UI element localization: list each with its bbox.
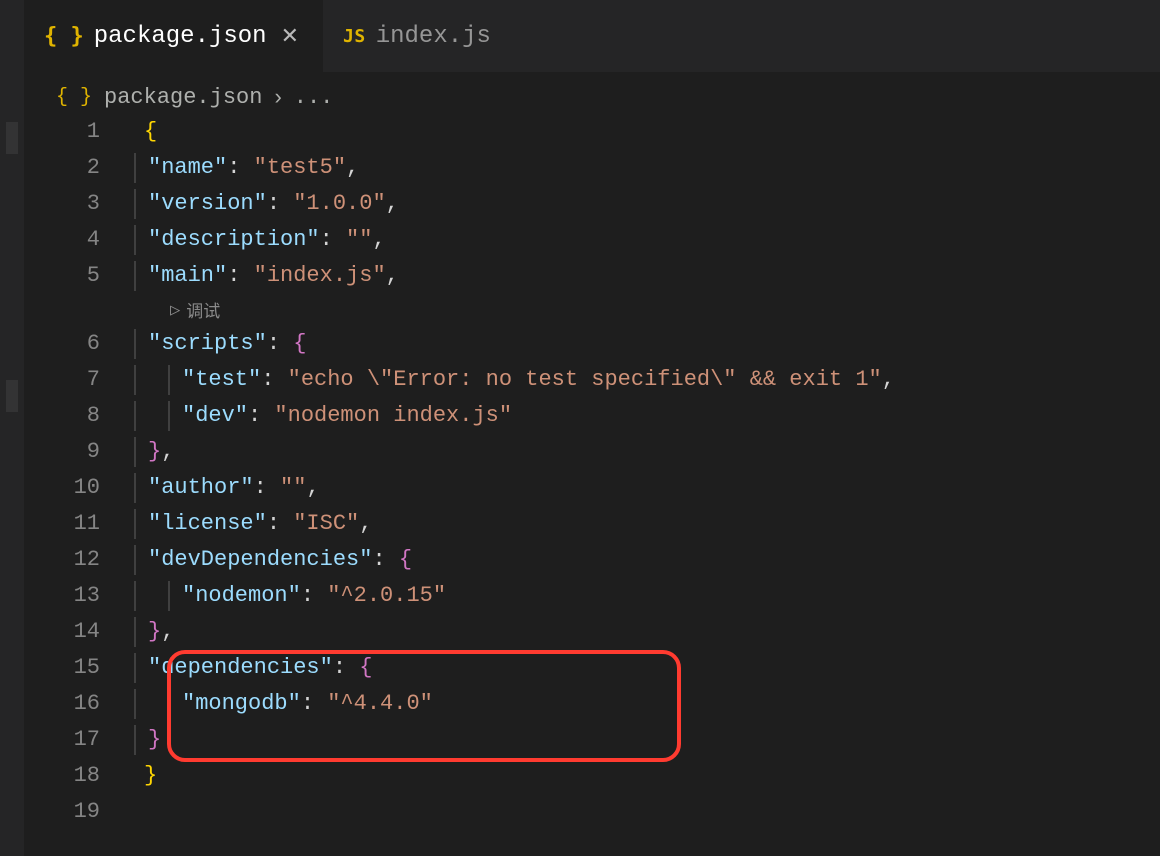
tab-label: package.json — [94, 23, 267, 50]
line-number: 16 — [24, 686, 134, 722]
rail-mark — [6, 122, 18, 154]
code-text: "nodemon": "^2.0.15" — [182, 578, 446, 614]
code-line[interactable]: 12 "devDependencies": { — [24, 542, 1160, 578]
code-line[interactable]: 5 "main": "index.js", — [24, 258, 1160, 294]
codelens-debug[interactable]: ▷ 调试 — [24, 294, 1160, 326]
activity-bar[interactable] — [0, 0, 24, 856]
code-text: "author": "", — [148, 470, 320, 506]
line-number: 14 — [24, 614, 134, 650]
code-text: "main": "index.js", — [148, 258, 399, 294]
json-file-icon: { } — [56, 86, 92, 109]
code-line[interactable]: 15 "dependencies": { — [24, 650, 1160, 686]
code-text: }, — [148, 614, 174, 650]
tab-index-js[interactable]: JS index.js — [323, 0, 511, 72]
code-line[interactable]: 19 — [24, 794, 1160, 830]
editor-tabs: { } package.json ✕ JS index.js — [24, 0, 1160, 72]
json-file-icon: { } — [44, 24, 84, 49]
code-text: "test": "echo \"Error: no test specified… — [182, 362, 895, 398]
line-number: 10 — [24, 470, 134, 506]
line-number: 17 — [24, 722, 134, 758]
code-text: } — [148, 722, 161, 758]
line-number: 6 — [24, 326, 134, 362]
code-text: }, — [148, 434, 174, 470]
line-number: 7 — [24, 362, 134, 398]
code-line[interactable]: 18} — [24, 758, 1160, 794]
breadcrumb-rest: ... — [294, 85, 334, 110]
code-text: "name": "test5", — [148, 150, 359, 186]
code-line[interactable]: 16 "mongodb": "^4.4.0" — [24, 686, 1160, 722]
code-line[interactable]: 17} — [24, 722, 1160, 758]
code-line[interactable]: 9}, — [24, 434, 1160, 470]
code-text: "license": "ISC", — [148, 506, 372, 542]
close-icon[interactable]: ✕ — [277, 23, 303, 49]
line-number: 5 — [24, 258, 134, 294]
js-file-icon: JS — [343, 26, 366, 47]
code-text: "devDependencies": { — [148, 542, 412, 578]
code-text: "scripts": { — [148, 326, 306, 362]
line-number: 11 — [24, 506, 134, 542]
code-line[interactable]: 7 "test": "echo \"Error: no test specifie… — [24, 362, 1160, 398]
line-number: 9 — [24, 434, 134, 470]
code-line[interactable]: 13 "nodemon": "^2.0.15" — [24, 578, 1160, 614]
line-number: 18 — [24, 758, 134, 794]
line-number: 4 — [24, 222, 134, 258]
line-number: 3 — [24, 186, 134, 222]
tab-label: index.js — [376, 23, 491, 50]
code-line[interactable]: 3 "version": "1.0.0", — [24, 186, 1160, 222]
code-line[interactable]: 10 "author": "", — [24, 470, 1160, 506]
line-number: 15 — [24, 650, 134, 686]
code-editor[interactable]: 1{2"name": "test5",3"version": "1.0.0",4… — [24, 114, 1160, 856]
line-number: 8 — [24, 398, 134, 434]
line-number: 2 — [24, 150, 134, 186]
code-text: "version": "1.0.0", — [148, 186, 399, 222]
line-number: 1 — [24, 114, 134, 150]
code-line[interactable]: 2 "name": "test5", — [24, 150, 1160, 186]
breadcrumb-file: package.json — [104, 85, 262, 110]
line-number: 12 — [24, 542, 134, 578]
code-text: "dev": "nodemon index.js" — [182, 398, 512, 434]
breadcrumb[interactable]: { } package.json › ... — [56, 80, 333, 114]
line-number: 13 — [24, 578, 134, 614]
chevron-right-icon: › — [274, 84, 281, 110]
code-text: } — [144, 758, 157, 794]
tab-package-json[interactable]: { } package.json ✕ — [24, 0, 323, 72]
code-line[interactable]: 11 "license": "ISC", — [24, 506, 1160, 542]
code-text: "mongodb": "^4.4.0" — [182, 686, 433, 722]
code-line[interactable]: 14}, — [24, 614, 1160, 650]
codelens-label: 调试 — [186, 297, 220, 323]
play-icon: ▷ — [170, 300, 180, 321]
code-line[interactable]: 4 "description": "", — [24, 222, 1160, 258]
code-line[interactable]: 1{ — [24, 114, 1160, 150]
code-text: { — [144, 114, 157, 150]
rail-mark — [6, 380, 18, 412]
code-line[interactable]: 6 "scripts": { — [24, 326, 1160, 362]
code-text: "description": "", — [148, 222, 386, 258]
code-text: "dependencies": { — [148, 650, 372, 686]
code-line[interactable]: 8 "dev": "nodemon index.js" — [24, 398, 1160, 434]
line-number: 19 — [24, 794, 134, 830]
